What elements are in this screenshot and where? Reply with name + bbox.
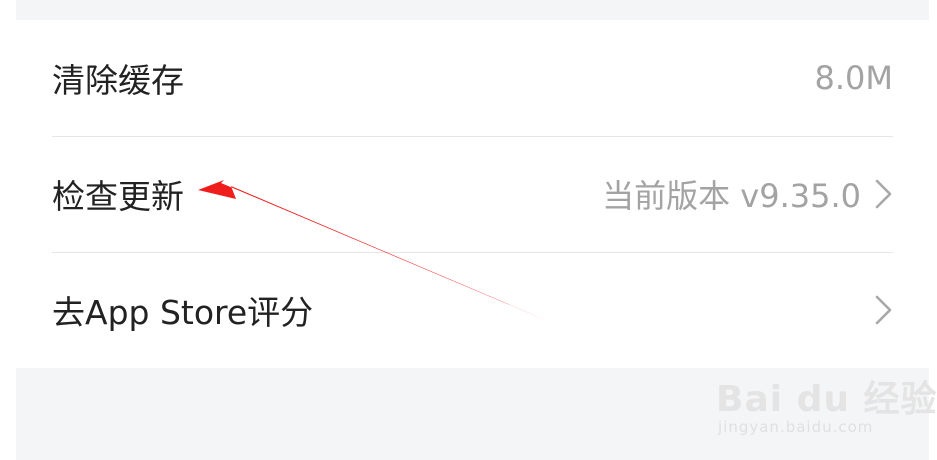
settings-list: 清除缓存 8.0M 检查更新 当前版本 v9.35.0 去App Store评分 xyxy=(16,20,929,368)
top-section-gap xyxy=(16,0,929,20)
current-version-value: 当前版本 v9.35.0 xyxy=(602,177,861,215)
rate-app-label: 去App Store评分 xyxy=(52,293,314,332)
watermark-url: jingyan.baidu.com xyxy=(718,418,874,436)
baidu-jingyan-watermark: Bai du 经验 jingyan.baidu.com xyxy=(716,360,937,444)
clear-cache-row[interactable]: 清除缓存 8.0M xyxy=(16,20,929,136)
chevron-right-icon xyxy=(875,179,892,209)
rate-app-row[interactable]: 去App Store评分 xyxy=(16,252,929,368)
clear-cache-label: 清除缓存 xyxy=(52,61,184,100)
watermark-brand: Bai du 经验 xyxy=(716,379,937,420)
check-update-row[interactable]: 检查更新 当前版本 v9.35.0 xyxy=(16,136,929,252)
cache-size-value: 8.0M xyxy=(814,59,894,97)
chevron-right-icon xyxy=(875,295,892,325)
settings-screen: 清除缓存 8.0M 检查更新 当前版本 v9.35.0 去App Store评分… xyxy=(0,0,937,460)
check-update-label: 检查更新 xyxy=(52,177,184,216)
